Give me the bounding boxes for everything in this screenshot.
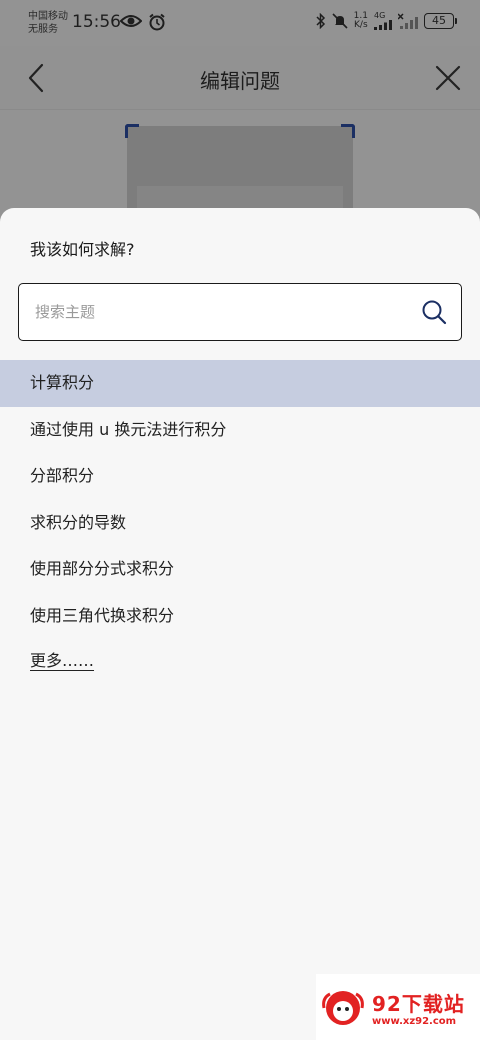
network-speed-unit: K/s <box>354 20 368 30</box>
crop-handle-top-right[interactable] <box>341 124 355 138</box>
carrier-info: 中国移动 无服务 <box>28 10 68 36</box>
status-icons-left <box>120 13 166 31</box>
more-link[interactable]: 更多…… <box>30 647 94 671</box>
carrier-name: 中国移动 <box>28 11 68 22</box>
search-input[interactable] <box>35 284 415 339</box>
close-button[interactable] <box>430 60 466 96</box>
app-header: 编辑问题 <box>0 46 480 110</box>
carrier-status: 无服务 <box>28 24 58 35</box>
status-time: 15:56 <box>72 12 121 32</box>
solve-method-sheet: 我该如何求解? 计算积分 通过使用 u 换元法进行积分 分部积分 求积分的导数 … <box>0 208 480 1040</box>
search-icon[interactable] <box>421 299 447 325</box>
mute-icon <box>332 13 348 29</box>
method-option-trig-substitution[interactable]: 使用三角代换求积分 <box>0 593 480 640</box>
crop-handle-top-left[interactable] <box>125 124 139 138</box>
method-list: 计算积分 通过使用 u 换元法进行积分 分部积分 求积分的导数 使用部分分式求积… <box>0 360 480 671</box>
status-bar: 中国移动 无服务 15:56 1.1 K/s 4G 45 <box>0 0 480 46</box>
search-box[interactable] <box>18 283 462 341</box>
watermark: 92下载站 www.xz92.com <box>316 974 480 1040</box>
network-type: 4G <box>374 11 386 20</box>
method-option-partial-fractions[interactable]: 使用部分分式求积分 <box>0 546 480 593</box>
watermark-url: www.xz92.com <box>372 1016 457 1027</box>
close-icon <box>435 65 461 91</box>
page-title: 编辑问题 <box>200 69 280 93</box>
status-icons-right: 1.1 K/s 4G 45 <box>316 12 457 30</box>
eye-icon <box>120 15 142 27</box>
bluetooth-icon <box>316 13 325 29</box>
method-option-u-substitution[interactable]: 通过使用 u 换元法进行积分 <box>0 407 480 454</box>
signal-icon <box>374 20 392 30</box>
method-option-evaluate-integral[interactable]: 计算积分 <box>0 360 480 407</box>
method-option-derivative-of-integral[interactable]: 求积分的导数 <box>0 500 480 547</box>
method-option-integration-by-parts[interactable]: 分部积分 <box>0 453 480 500</box>
watermark-logo-icon <box>322 991 364 1025</box>
sheet-title: 我该如何求解? <box>30 240 135 259</box>
network-speed: 1.1 K/s <box>354 12 368 30</box>
alarm-icon <box>149 13 165 31</box>
cell-signal-1: 4G <box>374 12 392 30</box>
signal-no-service-icon <box>398 13 418 29</box>
battery-indicator: 45 <box>424 13 457 29</box>
watermark-name: 92下载站 <box>372 992 465 1016</box>
